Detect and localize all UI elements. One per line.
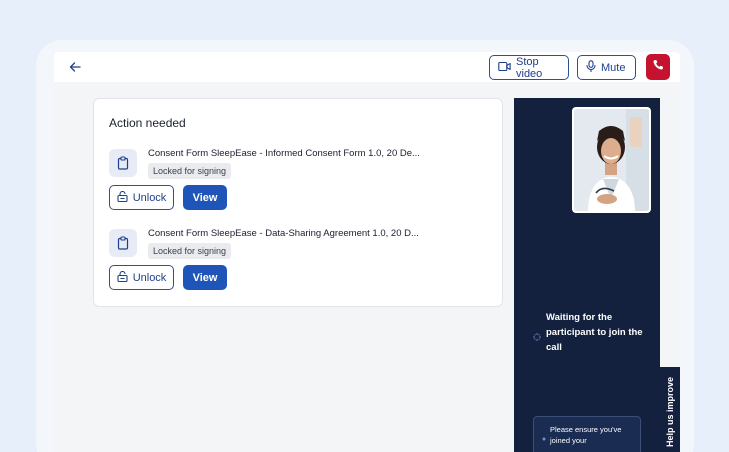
unlock-button[interactable]: Unlock <box>109 185 174 210</box>
unlock-icon <box>117 270 128 285</box>
document-title: Consent Form SleepEase - Informed Consen… <box>148 148 420 159</box>
tip-text: Please ensure you've joined your <box>550 425 622 445</box>
waiting-text: Waiting for the participant to join the … <box>546 312 643 353</box>
tip-box: Please ensure you've joined your <box>533 416 641 452</box>
locked-status-badge: Locked for signing <box>148 243 232 259</box>
waiting-status: Waiting for the participant to join the … <box>533 310 653 355</box>
card-title: Action needed <box>109 116 186 130</box>
microphone-icon <box>586 60 596 75</box>
spinner-icon <box>533 328 541 355</box>
doctor-photo <box>574 109 649 211</box>
app-screen: Stop video Mute Action needed Consent Fo… <box>54 52 680 452</box>
video-camera-icon <box>498 61 511 75</box>
unlock-button[interactable]: Unlock <box>109 265 174 290</box>
back-arrow-icon[interactable] <box>68 60 82 74</box>
end-call-button[interactable] <box>646 54 670 80</box>
participant-video-tile <box>572 107 651 213</box>
phone-icon <box>652 58 664 76</box>
view-button[interactable]: View <box>183 185 227 210</box>
view-button[interactable]: View <box>183 265 227 290</box>
clipboard-icon <box>109 149 137 177</box>
action-needed-card: Action needed Consent Form SleepEase - I… <box>93 98 503 307</box>
clipboard-icon <box>109 229 137 257</box>
help-tab-label: Help us improve <box>665 376 675 448</box>
stop-video-label: Stop video <box>516 55 543 80</box>
stop-video-button[interactable]: Stop video <box>489 55 569 80</box>
document-title: Consent Form SleepEase - Data-Sharing Ag… <box>148 228 419 239</box>
mute-button[interactable]: Mute <box>577 55 636 80</box>
document-item: Consent Form SleepEase - Data-Sharing Ag… <box>109 225 499 305</box>
top-bar: Stop video Mute <box>54 52 680 82</box>
locked-status-badge: Locked for signing <box>148 163 232 179</box>
mute-label: Mute <box>601 61 626 74</box>
help-us-improve-tab[interactable]: Help us improve <box>660 367 680 452</box>
document-item: Consent Form SleepEase - Informed Consen… <box>109 145 499 225</box>
unlock-icon <box>117 190 128 205</box>
info-dot-icon <box>542 428 546 452</box>
call-side-panel: Waiting for the participant to join the … <box>514 98 660 452</box>
unlock-label: Unlock <box>132 271 167 284</box>
unlock-label: Unlock <box>132 191 167 204</box>
